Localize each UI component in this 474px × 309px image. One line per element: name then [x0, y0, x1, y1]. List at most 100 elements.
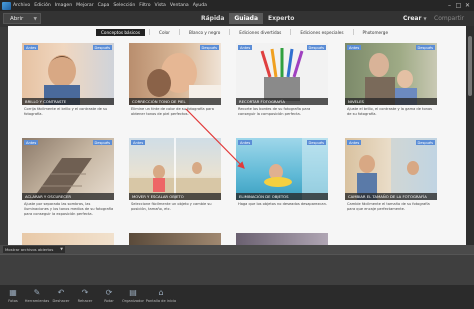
create-button[interactable]: Crear ▼ — [403, 13, 427, 24]
menu-mejorar[interactable]: Mejorar — [76, 3, 93, 8]
before-badge: Antes — [24, 140, 39, 145]
card-thumbnail — [129, 233, 221, 245]
before-badge: Antes — [24, 45, 39, 50]
taskbar-organizer[interactable]: ▤ Organizador — [122, 285, 144, 303]
vertical-scrollbar[interactable] — [466, 26, 474, 245]
after-badge: Después — [306, 45, 326, 50]
taskbar-label: Herramientas — [24, 299, 50, 303]
show-open-files-label: Mostrar archivos abiertos — [5, 247, 54, 252]
taskbar-photos[interactable]: ▦ Fotos — [2, 285, 24, 303]
family-photo — [357, 138, 437, 200]
tab-black-white[interactable]: Blanco y negro — [184, 29, 225, 36]
photo-bin-header: Mostrar archivos abiertos ▼ — [0, 245, 474, 254]
before-badge: Antes — [238, 140, 253, 145]
taskbar-label: Rotar — [104, 299, 114, 303]
minimize-icon[interactable]: – — [445, 1, 454, 10]
menu-edicion[interactable]: Edición — [34, 3, 51, 8]
menu-imagen[interactable]: Imagen — [55, 3, 72, 8]
card-thumbnail: Antes Después BRILLO Y CONTRASTE — [22, 43, 114, 105]
maximize-icon[interactable]: □ — [454, 1, 463, 10]
pool-photo — [264, 138, 328, 200]
taskbar-label: Deshacer — [52, 299, 70, 303]
open-button-label: Abrir — [10, 16, 24, 22]
card-thumbnail: Antes Después ELIMINACIÓN DE OBJETOS — [236, 138, 328, 200]
pencils-photo — [260, 48, 304, 101]
card-title: CAMBIAR EL TAMAÑO DE LA FOTOGRAFÍA — [345, 193, 437, 200]
mode-expert[interactable]: Experto — [263, 13, 299, 24]
bottom-taskbar: ▦ Fotos ✎ Herramientas ↶ Deshacer ↷ Reha… — [0, 285, 474, 309]
menu-seleccion[interactable]: Selección — [113, 3, 135, 8]
photo-bin-icon: ▦ — [9, 288, 17, 297]
home-screen-icon: ⌂ — [158, 288, 164, 297]
card-title: CORRECCIÓN TONO DE PIEL — [129, 98, 221, 105]
card-title: NIVELES — [345, 98, 437, 105]
card-thumbnail: Antes MOVER Y ESCALAR OBJETO — [129, 138, 221, 200]
taskbar-redo[interactable]: ↷ Rehacer — [74, 285, 96, 303]
menu-archivo[interactable]: Archivo — [13, 3, 30, 8]
boy-photo — [44, 55, 80, 105]
before-badge: Antes — [238, 45, 253, 50]
card-title: BRILLO Y CONTRASTE — [22, 98, 114, 105]
card-thumbnail: Antes Después NIVELES — [345, 43, 437, 105]
card-description: Haga que los objetos no deseados desapar… — [238, 202, 328, 206]
card-thumbnail: Después CORRECCIÓN TONO DE PIEL — [129, 43, 221, 105]
taskbar-undo[interactable]: ↶ Deshacer — [50, 285, 72, 303]
card-description: Seleccione fácilmente un objeto y cambie… — [131, 202, 212, 211]
show-open-files-select[interactable]: Mostrar archivos abiertos ▼ — [3, 246, 65, 253]
card-thumbnail — [236, 233, 328, 245]
card-thumbnail: Antes Después CAMBIAR EL TAMAÑO DE LA FO… — [345, 138, 437, 200]
share-label: Compartir — [434, 15, 465, 22]
taskbar-label: Pantalla de inicio — [145, 299, 177, 303]
card-description: Ajuste por separado las sombras, las ilu… — [24, 202, 114, 216]
before-badge: Antes — [347, 140, 362, 145]
tab-color[interactable]: Color — [154, 29, 175, 36]
after-badge: Después — [415, 140, 435, 145]
chevron-down-icon: ▼ — [60, 247, 63, 251]
menu-ayuda[interactable]: Ayuda — [193, 3, 207, 8]
menu-ventana[interactable]: Ventana — [170, 3, 189, 8]
chevron-down-icon: ▼ — [33, 17, 37, 22]
stairs-photo — [32, 158, 92, 200]
undo-icon: ↶ — [57, 288, 65, 297]
share-button[interactable]: Compartir — [434, 13, 464, 24]
card-description: Recorte los bordes de su fotografía para… — [238, 107, 311, 116]
tab-photomerge[interactable]: Photomerge — [358, 29, 393, 36]
open-button[interactable]: Abrir ▼ — [3, 13, 41, 24]
before-badge: Antes — [347, 45, 362, 50]
tool-options-icon: ✎ — [33, 288, 41, 297]
grandparent-photo — [365, 53, 417, 105]
create-label: Crear — [403, 15, 422, 22]
after-badge: Después — [415, 45, 435, 50]
tab-fun-edits[interactable]: Ediciones divertidas — [234, 29, 286, 36]
after-badge: Después — [92, 140, 112, 145]
beach-photo — [129, 138, 221, 200]
close-icon[interactable]: ✕ — [463, 1, 472, 10]
taskbar-label: Rehacer — [77, 299, 93, 303]
menu-capa[interactable]: Capa — [98, 3, 110, 8]
after-badge: Después — [306, 140, 326, 145]
tab-basics[interactable]: Conceptos básicos — [96, 28, 146, 36]
mode-guided[interactable]: Guiada — [229, 13, 264, 24]
organizer-icon: ▤ — [129, 288, 137, 297]
chevron-down-icon: ▼ — [423, 16, 427, 21]
card-title: ELIMINACIÓN DE OBJETOS — [236, 193, 328, 200]
card-title: ACLARAR Y OSCURECER — [22, 193, 114, 200]
guided-tabs: Conceptos básicos Color Blanco y negro E… — [8, 26, 466, 38]
card-title: RECORTAR FOTOGRAFÍA — [236, 98, 328, 105]
taskbar-home-screen[interactable]: ⌂ Pantalla de inicio — [145, 285, 177, 303]
taskbar-label: Organizador — [121, 299, 145, 303]
mode-quick[interactable]: Rápida — [196, 13, 229, 24]
scroll-thumb[interactable] — [468, 36, 472, 96]
guided-panel: Conceptos básicos Color Blanco y negro E… — [8, 26, 466, 245]
card-description: Elimine un tinte de color de su fotograf… — [131, 107, 214, 116]
card-description: Ajuste el brillo, el contraste y la gama… — [347, 107, 433, 116]
taskbar-rotate[interactable]: ⟳ Rotar — [98, 285, 120, 303]
taskbar-label: Fotos — [8, 299, 18, 303]
menu-vista[interactable]: Vista — [155, 3, 166, 8]
card-title: MOVER Y ESCALAR OBJETO — [129, 193, 221, 200]
tab-special-edits[interactable]: Ediciones especiales — [295, 29, 348, 36]
photo-bin — [0, 254, 474, 286]
after-badge: Después — [199, 45, 219, 50]
taskbar-tools[interactable]: ✎ Herramientas — [24, 285, 50, 303]
menu-filtro[interactable]: Filtro — [139, 3, 150, 8]
